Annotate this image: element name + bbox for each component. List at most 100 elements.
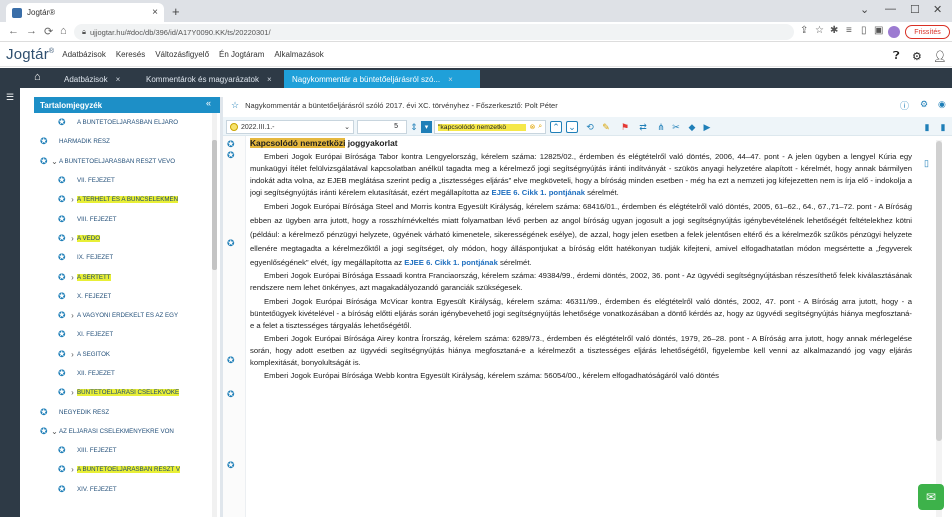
expand-icon[interactable]: ◉	[938, 99, 946, 110]
maximize-icon[interactable]: ☐	[910, 3, 920, 16]
toc-link-icon[interactable]: ✪	[58, 349, 68, 360]
sidebar-item[interactable]: ✪ › A SEGÍTŐK	[34, 345, 220, 364]
toc-link-icon[interactable]: ✪	[58, 117, 68, 128]
document-scroll-thumb[interactable]	[936, 141, 942, 441]
sidebar-item[interactable]: ✪ HARMADIK RÉSZ	[34, 132, 220, 151]
chevron-right-icon[interactable]: ›	[68, 273, 77, 282]
paragraph-link-icon[interactable]: ✪	[227, 238, 235, 249]
paragraph-link-icon[interactable]: ✪	[227, 150, 235, 161]
extension-icon[interactable]: ✱	[830, 25, 838, 36]
tab-commentaries[interactable]: Kommentárok és magyarázatok ×	[138, 70, 284, 88]
sidebar-scroll-thumb[interactable]	[212, 140, 217, 270]
toc-link-icon[interactable]: ✪	[58, 329, 68, 340]
sidebar-item[interactable]: ✪ XI. FEJEZET	[34, 325, 220, 344]
chat-assistant-button[interactable]: ✉	[918, 484, 944, 510]
bookmark-icon[interactable]: ▯	[924, 158, 929, 169]
home-nav-icon[interactable]: ⌂	[60, 25, 67, 37]
window-close-icon[interactable]: ✕	[933, 3, 942, 16]
menu-databases[interactable]: Adatbázisok	[62, 50, 106, 59]
sidebar-item[interactable]: ✪ XII. FEJEZET	[34, 364, 220, 383]
sidebar-item[interactable]: ✪ ⌄ A BÜNTETŐELJÁRÁSBAN RÉSZT VEVŐ	[34, 152, 220, 171]
back-icon[interactable]: ←	[8, 25, 19, 37]
sidebar-item[interactable]: ✪ XIII. FEJEZET	[34, 441, 220, 460]
reading-list-icon[interactable]: ≡	[846, 25, 852, 36]
settings-gear-icon[interactable]: ⚙	[920, 99, 928, 110]
sidebar-item[interactable]: ✪ NEGYEDIK RÉSZ	[34, 402, 220, 421]
law-reference-link[interactable]: EJEE 6. Cikk 1. pontjának	[491, 188, 585, 197]
settings-icon[interactable]: ⚙	[912, 50, 922, 63]
toc-link-icon[interactable]: ✪	[58, 387, 68, 398]
sidebar-item[interactable]: ✪ › A SÉRTETT	[34, 267, 220, 286]
sidebar-item[interactable]: ✪ › A BÜNTETŐELJÁRÁSBAN RÉSZT V	[34, 460, 220, 479]
chevron-right-icon[interactable]: ›	[68, 234, 77, 243]
menu-change-tracker[interactable]: Változásfigyelő	[155, 50, 209, 59]
menu-my-jogtar[interactable]: Én Jogtáram	[219, 50, 264, 59]
version-select[interactable]: 2022.III.1.- ⌄	[226, 120, 354, 134]
toc-link-icon[interactable]: ✪	[58, 194, 68, 205]
in-document-search[interactable]: "kapcsolódó nemzetkö ⊗ ⌕	[434, 120, 546, 134]
share-icon[interactable]: ⇪	[800, 25, 808, 36]
sidebar-item[interactable]: ✪ VII. FEJEZET	[34, 171, 220, 190]
sidebar-item[interactable]: ✪ IX. FEJEZET	[34, 248, 220, 267]
law-reference-link[interactable]: EJEE 6. Cikk 1. pontjának	[404, 258, 498, 267]
paragraph-link-icon[interactable]: ✪	[227, 460, 235, 471]
menu-applications[interactable]: Alkalmazások	[274, 50, 323, 59]
sidebar-toggle-icon[interactable]: ▯	[861, 25, 867, 36]
info-icon[interactable]: ⓘ	[900, 99, 909, 112]
tag-icon[interactable]: ◆	[686, 121, 698, 133]
toc-link-icon[interactable]: ✪	[40, 156, 50, 167]
toc-link-icon[interactable]: ✪	[58, 175, 68, 186]
page-stepper-icon[interactable]: ⇕	[408, 121, 420, 133]
toc-link-icon[interactable]: ✪	[40, 136, 50, 147]
save-icon[interactable]: ▮	[937, 121, 949, 133]
close-tab-icon[interactable]: ×	[152, 7, 158, 18]
new-tab-button[interactable]: +	[172, 4, 180, 19]
reload-icon[interactable]: ⟳	[44, 25, 53, 38]
menu-search[interactable]: Keresés	[116, 50, 145, 59]
chevron-down-icon[interactable]: ⌄	[50, 157, 59, 166]
sidebar-item[interactable]: ✪ VIII. FEJEZET	[34, 209, 220, 228]
chevron-right-icon[interactable]: ›	[68, 388, 77, 397]
sidebar-item[interactable]: ✪ XIV. FEJEZET	[34, 480, 220, 499]
close-icon[interactable]: ×	[448, 75, 453, 84]
search-scope-dropdown[interactable]: ▾	[421, 121, 432, 133]
home-icon[interactable]: ⌂	[34, 71, 41, 83]
toc-link-icon[interactable]: ✪	[58, 484, 68, 495]
search-input[interactable]: "kapcsolódó nemzetkö	[438, 123, 527, 131]
toc-link-icon[interactable]: ✪	[58, 368, 68, 379]
close-icon[interactable]: ×	[116, 75, 121, 84]
toc-link-icon[interactable]: ✪	[40, 426, 50, 437]
tab-list-icon[interactable]: ⌄	[860, 3, 869, 16]
tools-icon[interactable]: ✂	[670, 121, 682, 133]
sidebar-item[interactable]: ✪ › BÜNTETŐELJÁRÁSI CSELEKVŐKÉ	[34, 383, 220, 402]
sidebar-item[interactable]: ✪ › A VÉDŐ	[34, 229, 220, 248]
network-icon[interactable]: ⋔	[655, 121, 667, 133]
toc-link-icon[interactable]: ✪	[58, 233, 68, 244]
paragraph-link-icon[interactable]: ✪	[227, 139, 235, 150]
chevron-right-icon[interactable]: ›	[68, 195, 77, 204]
search-icon[interactable]: ⌕	[538, 123, 542, 131]
toc-link-icon[interactable]: ✪	[58, 464, 68, 475]
page-number-input[interactable]: 5	[357, 120, 407, 134]
chevron-right-icon[interactable]: ›	[68, 465, 77, 474]
jogtar-logo[interactable]: Jogtár®	[0, 46, 54, 63]
next-hit-icon[interactable]: ⌄	[566, 121, 578, 133]
sidebar-item[interactable]: ✪ › A VAGYONI ÉRDEKELT ÉS AZ EGY	[34, 306, 220, 325]
toc-link-icon[interactable]: ✪	[58, 310, 68, 321]
profile-menu-icon[interactable]: ▣	[874, 25, 883, 36]
toc-link-icon[interactable]: ✪	[40, 407, 50, 418]
menu-strip-icon[interactable]: ☰	[6, 92, 14, 103]
forward-icon[interactable]: →	[26, 25, 37, 37]
chevron-right-icon[interactable]: ›	[68, 350, 77, 359]
sidebar-item[interactable]: ✪ ⌄ AZ ELJÁRÁSI CSELEKMÉNYEKRE VON	[34, 422, 220, 441]
paragraph-link-icon[interactable]: ✪	[227, 355, 235, 366]
print-icon[interactable]: ▮	[921, 121, 933, 133]
prev-hit-icon[interactable]: ⌃	[550, 121, 562, 133]
toc-link-icon[interactable]: ✪	[58, 252, 68, 263]
compare-icon[interactable]: ⇄	[637, 121, 649, 133]
favorite-star-icon[interactable]: ☆	[231, 100, 239, 111]
clear-search-icon[interactable]: ⊗	[529, 123, 535, 131]
close-icon[interactable]: ×	[267, 75, 272, 84]
toc-link-icon[interactable]: ✪	[58, 291, 68, 302]
avatar[interactable]	[888, 26, 900, 38]
